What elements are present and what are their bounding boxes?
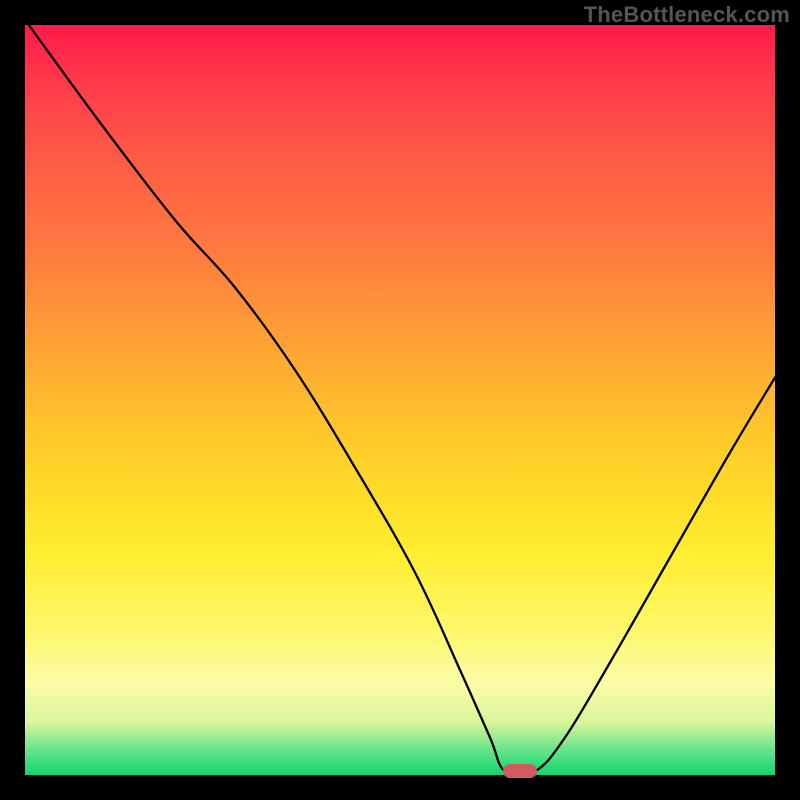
chart-frame: TheBottleneck.com (0, 0, 800, 800)
plot-area (25, 25, 775, 775)
optimum-marker (503, 764, 537, 778)
marker-layer (25, 25, 775, 775)
watermark-text: TheBottleneck.com (584, 2, 790, 28)
